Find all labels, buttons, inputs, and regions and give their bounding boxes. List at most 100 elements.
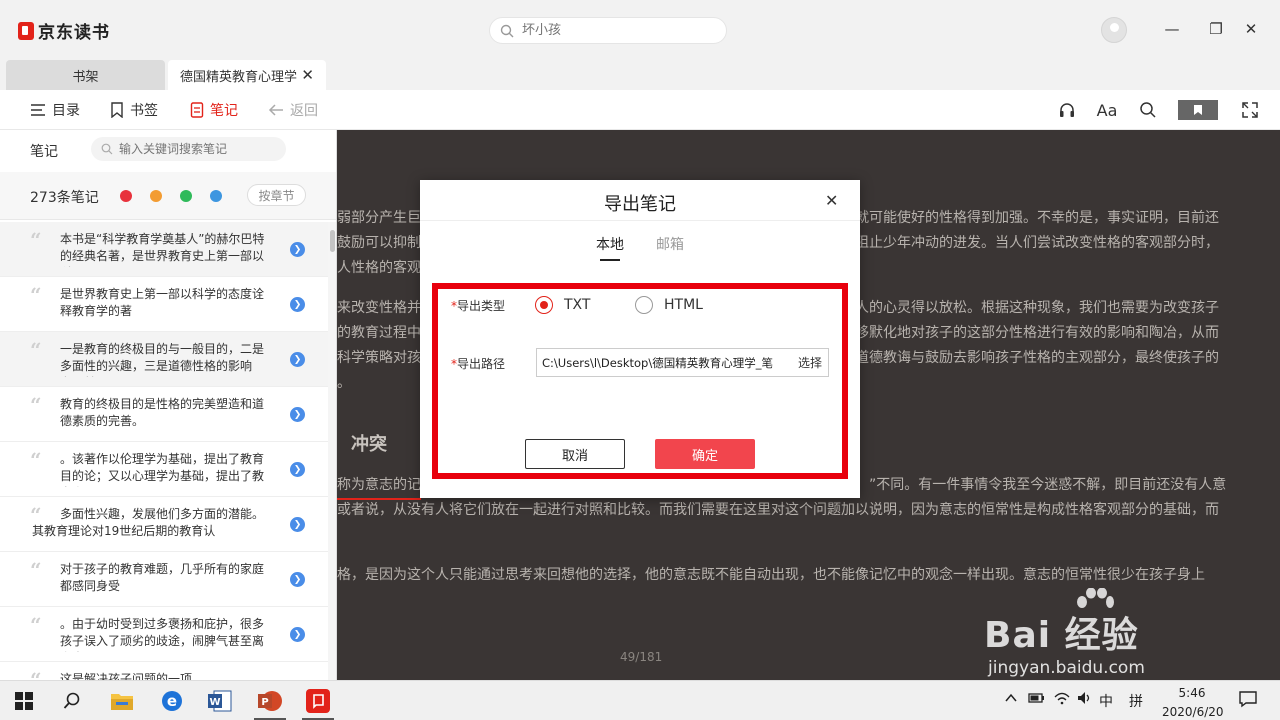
jd-read-button[interactable] — [306, 689, 330, 713]
book-text-line: 。 — [337, 375, 351, 391]
tab-close-icon[interactable]: ✕ — [301, 66, 314, 84]
user-avatar[interactable] — [1101, 17, 1127, 43]
go-to-note-icon[interactable]: ❯ — [290, 517, 305, 532]
go-to-note-icon[interactable]: ❯ — [290, 627, 305, 642]
notifications-icon[interactable] — [1238, 690, 1258, 712]
wifi-icon[interactable] — [1053, 691, 1071, 709]
quote-icon: “ — [30, 283, 42, 307]
sort-by-chapter-button[interactable]: 按章节 — [247, 184, 306, 206]
ime-mode[interactable]: 拼 — [1129, 691, 1143, 711]
system-clock[interactable]: 5:46 2020/6/20 — [1162, 685, 1224, 720]
tab-bookshelf[interactable]: 书架 — [6, 60, 165, 90]
go-to-note-icon[interactable]: ❯ — [290, 242, 305, 257]
filter-blue-dot[interactable] — [210, 190, 222, 202]
start-button[interactable] — [12, 689, 36, 713]
watermark-logo-text: Bai 经验 — [984, 615, 1139, 656]
tab-local[interactable]: 本地 — [596, 234, 624, 254]
restore-icon: ❐ — [1209, 20, 1223, 38]
search-icon — [101, 143, 113, 155]
tab-email[interactable]: 邮箱 — [656, 234, 684, 254]
global-search-input[interactable] — [522, 23, 702, 38]
quote-icon: “ — [30, 558, 42, 582]
clock-date: 2020/6/20 — [1162, 705, 1224, 719]
title-bar: 京东读书 — ❐ ✕ — [0, 0, 1280, 60]
ime-language[interactable]: 中 — [1099, 691, 1113, 711]
notes-search[interactable] — [91, 137, 286, 161]
toc-button[interactable]: 目录 — [30, 100, 80, 120]
quote-icon: “ — [30, 448, 42, 472]
note-text: 这是解决孩子问题的一项… — [60, 672, 205, 680]
note-item[interactable]: “ 本书是“科学教育学奠基人”的赫尔巴特的经典名著，是世界教育史上第一部以科… ❯ — [0, 222, 328, 277]
global-search[interactable] — [489, 17, 727, 44]
battery-icon[interactable] — [1028, 691, 1046, 709]
filter-red-dot[interactable] — [120, 190, 132, 202]
tab-label: 德国精英教育心理学 — [180, 69, 298, 85]
windows-taskbar: e W P 中 拼 5:46 2020/6/20 — [0, 680, 1280, 720]
app-logo: 京东读书 — [18, 18, 110, 43]
book-text-line: 科学策略对孩 — [337, 350, 421, 366]
book-text-line: 或者说，从没有人将它们放在一起进行对照和比较。而我们需要在这里对这个问题加以说明… — [337, 502, 1219, 518]
add-bookmark-button[interactable] — [1178, 100, 1218, 120]
note-item[interactable]: “多面性兴趣，发展他们多方面的潜能。其教育理论对19世纪后期的教育认 ❯ — [0, 497, 328, 552]
volume-icon[interactable] — [1076, 691, 1094, 709]
list-icon — [31, 104, 45, 116]
fullscreen-icon — [1242, 102, 1258, 118]
notes-button[interactable]: 笔记 — [190, 100, 238, 120]
windows-logo-icon — [15, 692, 33, 710]
tab-current-book[interactable]: 德国精英教育心理学 ✕ — [168, 60, 326, 90]
jd-read-logo-icon — [313, 694, 324, 709]
minimize-button[interactable]: — — [1163, 20, 1181, 38]
note-item[interactable]: “ 教育的终极目的是性格的完美塑造和道德素质的完善。 ❯ — [0, 387, 328, 442]
notes-search-input[interactable] — [119, 142, 279, 156]
baidu-watermark: Bai 经验 jingyan.baidu.com — [984, 588, 1224, 678]
active-tab-indicator — [600, 259, 620, 261]
note-item[interactable]: “ 。由于幼时受到过多褒扬和庇护，很多孩子误入了顽劣的歧途，闹脾气甚至离家出… ❯ — [0, 607, 328, 662]
tab-bar: 书架 德国精英教育心理学 ✕ — [0, 60, 1280, 90]
bookmarks-button[interactable]: 书签 — [110, 100, 158, 120]
dialog-close-icon[interactable]: ✕ — [825, 191, 838, 210]
note-item[interactable]: “ 。该著作以伦理学为基础，提出了教育目的论；又以心理学为基础，提出了教育方… ❯ — [0, 442, 328, 497]
close-window-button[interactable]: ✕ — [1242, 20, 1260, 38]
watermark-url: jingyan.baidu.com — [988, 658, 1145, 678]
note-item[interactable]: “ 是世界教育史上第一部以科学的态度诠释教育学的著 ❯ — [0, 277, 328, 332]
go-to-note-icon[interactable]: ❯ — [290, 462, 305, 477]
audio-button[interactable] — [1055, 99, 1079, 121]
note-item[interactable]: “ 一是教育的终极目的与一般目的，二是多面性的兴趣，三是道德性格的影响力。其… ❯ — [0, 332, 328, 387]
book-text-line: 道德教诲与鼓励去影响孩子性格的主观部分，最终使孩子的 — [855, 350, 1219, 366]
quote-icon: “ — [30, 338, 42, 362]
page-number: 49/181 — [620, 650, 663, 664]
powerpoint-button[interactable]: P — [258, 689, 282, 713]
tray-expand-icon[interactable] — [1004, 691, 1018, 709]
go-to-note-icon[interactable]: ❯ — [290, 572, 305, 587]
back-label: 返回 — [290, 103, 318, 119]
go-to-note-icon[interactable]: ❯ — [290, 352, 305, 367]
word-button[interactable]: W — [208, 689, 232, 713]
scrollbar-track[interactable] — [328, 222, 336, 680]
font-settings-button[interactable]: Aa — [1094, 99, 1120, 121]
notes-count: 273条笔记 — [30, 190, 99, 206]
go-to-note-icon[interactable]: ❯ — [290, 407, 305, 422]
highlighted-text[interactable]: 称为意志的记 — [337, 473, 421, 500]
app-name: 京东读书 — [38, 23, 110, 43]
word-icon: W — [208, 690, 232, 712]
filter-orange-dot[interactable] — [150, 190, 162, 202]
scrollbar-thumb[interactable] — [330, 230, 335, 252]
headphones-icon — [1060, 103, 1074, 117]
filter-green-dot[interactable] — [180, 190, 192, 202]
back-button[interactable]: 返回 — [268, 100, 318, 120]
note-item[interactable]: “ 对于孩子的教育难题，几乎所有的家庭都感同身受 ❯ — [0, 552, 328, 607]
file-explorer-button[interactable] — [110, 689, 134, 713]
edge-browser-button[interactable]: e — [160, 689, 184, 713]
book-search-button[interactable] — [1136, 99, 1160, 121]
go-to-note-icon[interactable]: ❯ — [290, 297, 305, 312]
powerpoint-icon: P — [258, 691, 282, 711]
book-text-line: 人的心灵得以放松。根据这种现象，我们也需要为改变孩子 — [855, 300, 1219, 316]
note-item[interactable]: “这是解决孩子问题的一项…❯ — [0, 662, 328, 680]
bookmark-icon — [111, 102, 123, 118]
taskbar-search-button[interactable] — [60, 689, 84, 713]
note-text: 教育的终极目的是性格的完美塑造和道德素质的完善。 — [60, 397, 265, 428]
restore-button[interactable]: ❐ — [1207, 20, 1225, 38]
book-text-line: ”不同。有一件事情令我至今迷惑不解，即目前还没有人意 — [869, 477, 1227, 493]
fullscreen-button[interactable] — [1238, 99, 1262, 121]
annotation-highlight-frame — [432, 283, 848, 479]
